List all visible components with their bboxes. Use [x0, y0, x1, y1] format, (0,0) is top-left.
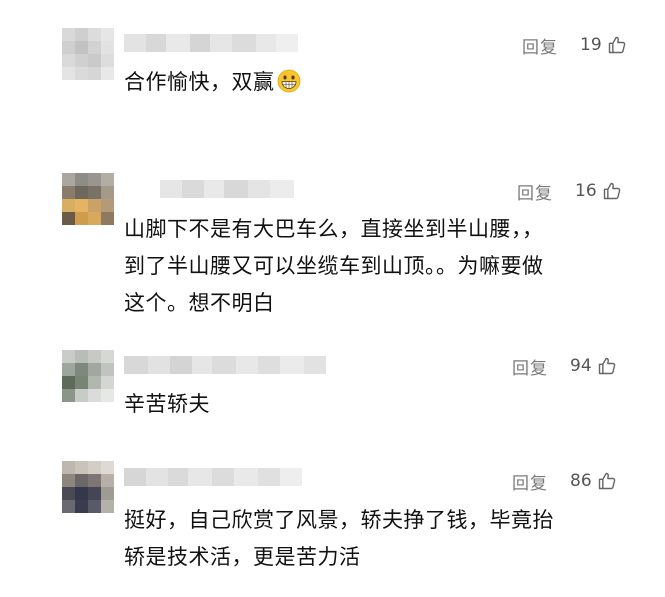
comment-meta: 回复 86 [512, 469, 617, 494]
thumbs-up-icon [597, 356, 617, 376]
username-blurred[interactable] [160, 180, 294, 198]
avatar[interactable] [62, 350, 114, 402]
comment-line: 山脚下不是有大巴车么，直接坐到半山腰，， [124, 217, 544, 241]
thumbs-up-icon [607, 35, 627, 55]
comment-text: 辛苦轿夫 [124, 386, 210, 423]
avatar[interactable] [62, 461, 114, 513]
like-count: 16 [575, 181, 597, 201]
thumbs-up-icon [597, 471, 617, 491]
reply-button[interactable]: 回复 [512, 354, 548, 379]
reply-button[interactable]: 回复 [517, 179, 553, 204]
comment-line: 合作愉快，双赢 [124, 70, 275, 94]
grinning-face-icon [277, 68, 301, 105]
like-button[interactable]: 94 [570, 356, 617, 376]
comment-text: 合作愉快，双赢 [124, 64, 301, 105]
comment-text: 山脚下不是有大巴车么，直接坐到半山腰，， 到了半山腰又可以坐缆车到山顶。。为嘛要… [124, 211, 544, 322]
comment-line: 挺好，自己欣赏了风景，轿夫挣了钱，毕竟抬 [124, 508, 554, 532]
comment-meta: 回复 19 [522, 33, 627, 58]
like-button[interactable]: 16 [575, 181, 622, 201]
reply-button[interactable]: 回复 [512, 469, 548, 494]
comment-meta: 回复 16 [517, 179, 622, 204]
avatar[interactable] [62, 173, 114, 225]
username-blurred[interactable] [124, 468, 302, 486]
comment-meta: 回复 94 [512, 354, 617, 379]
username-blurred[interactable] [124, 34, 298, 52]
like-button[interactable]: 19 [580, 35, 627, 55]
like-count: 86 [570, 471, 592, 491]
comment-line: 辛苦轿夫 [124, 392, 210, 416]
reply-button[interactable]: 回复 [522, 33, 558, 58]
comment-line: 轿是技术活，更是苦力活 [124, 545, 361, 569]
thumbs-up-icon [602, 181, 622, 201]
like-button[interactable]: 86 [570, 471, 617, 491]
comment-line: 到了半山腰又可以坐缆车到山顶。。为嘛要做 [124, 254, 544, 278]
username-blurred[interactable] [124, 356, 326, 374]
like-count: 19 [580, 35, 602, 55]
avatar[interactable] [62, 28, 114, 80]
like-count: 94 [570, 356, 592, 376]
comment-text: 挺好，自己欣赏了风景，轿夫挣了钱，毕竟抬 轿是技术活，更是苦力活 [124, 502, 554, 576]
comment-line: 这个。想不明白 [124, 291, 275, 315]
